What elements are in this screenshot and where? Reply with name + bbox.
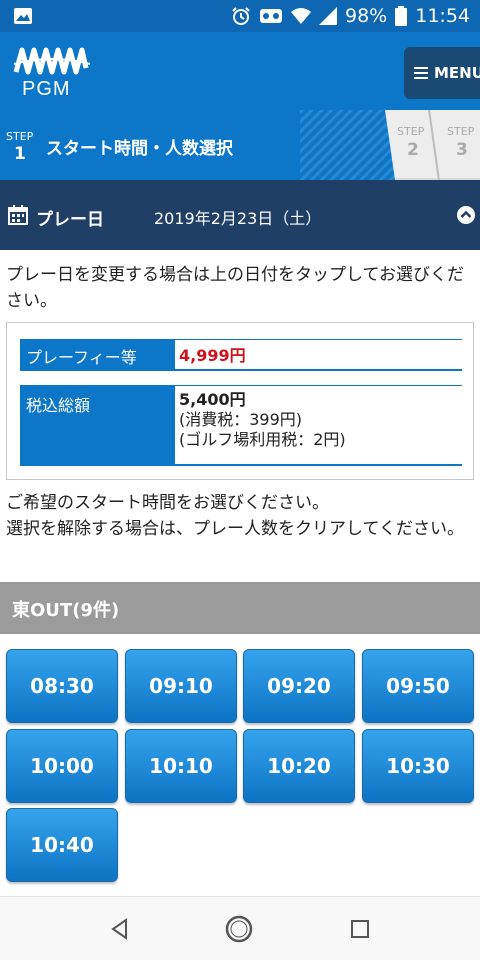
fee-value: 4,999円 bbox=[179, 346, 246, 365]
step-number: 2 bbox=[407, 140, 419, 160]
chevron-up-icon[interactable] bbox=[456, 205, 476, 225]
clock: 11:54 bbox=[415, 5, 470, 27]
calendar-icon bbox=[8, 205, 28, 225]
time-slot-button[interactable]: 10:40 bbox=[6, 808, 118, 882]
time-slot-button[interactable]: 10:00 bbox=[6, 729, 118, 803]
course-section-title: 東OUT(9件) bbox=[0, 582, 480, 634]
total-value: 5,400円 bbox=[179, 390, 246, 409]
consumption-tax: (消費税：399円) bbox=[179, 410, 303, 429]
step-3: STEP 3 bbox=[446, 110, 480, 180]
time-slot-button[interactable]: 08:30 bbox=[6, 649, 118, 723]
date-change-note: プレー日を変更する場合は上の日付をタップしてお選びください。 bbox=[6, 265, 464, 311]
battery-icon bbox=[395, 6, 408, 26]
play-date-label: プレー日 bbox=[36, 210, 104, 230]
time-slot-button[interactable]: 10:20 bbox=[243, 729, 355, 803]
time-slot-button[interactable]: 10:30 bbox=[362, 729, 474, 803]
step-number: 3 bbox=[456, 140, 468, 160]
fee-label: プレーフィー等 bbox=[20, 340, 175, 369]
battery-percent: 98% bbox=[345, 5, 388, 27]
time-slot-button[interactable]: 09:50 bbox=[362, 649, 474, 723]
image-icon bbox=[14, 8, 32, 24]
price-box: プレーフィー等 4,999円 税込総額 5,400円 (消費税：399円) (ゴ… bbox=[6, 322, 474, 480]
list-icon bbox=[414, 67, 428, 79]
step-indicator: STEP 1 スタート時間・人数選択 STEP 2 STEP 3 bbox=[0, 110, 480, 180]
time-slot-button[interactable]: 09:10 bbox=[125, 649, 237, 723]
play-date-bar[interactable]: プレー日 2019年2月23日（土） bbox=[0, 180, 480, 250]
total-row: 税込総額 5,400円 (消費税：399円) (ゴルフ場利用税：2円) bbox=[20, 385, 462, 466]
step-label: STEP bbox=[397, 125, 425, 138]
total-label: 税込総額 bbox=[20, 386, 175, 464]
step-label: STEP bbox=[447, 125, 475, 138]
wifi-icon bbox=[291, 8, 311, 24]
status-bar: 98% 11:54 bbox=[0, 0, 480, 32]
golf-tax: (ゴルフ場利用税：2円) bbox=[179, 430, 346, 449]
system-nav-bar bbox=[0, 896, 480, 960]
back-icon[interactable] bbox=[108, 917, 132, 941]
menu-label: MENU bbox=[434, 64, 480, 82]
play-date-value[interactable]: 2019年2月23日（土） bbox=[154, 205, 321, 229]
select-time-note: ご希望のスタート時間をお選びください。 選択を解除する場合は、プレー人数をクリア… bbox=[6, 493, 464, 539]
signal-icon bbox=[319, 7, 337, 25]
step-current: STEP 1 スタート時間・人数選択 bbox=[0, 110, 395, 180]
step-title: スタート時間・人数選択 bbox=[46, 139, 233, 159]
step-number: 1 bbox=[14, 144, 26, 164]
total-value-group: 5,400円 (消費税：399円) (ゴルフ場利用税：2円) bbox=[179, 390, 346, 450]
menu-button[interactable]: MENU bbox=[404, 47, 480, 99]
fee-row: プレーフィー等 4,999円 bbox=[20, 339, 462, 371]
alarm-icon bbox=[232, 7, 250, 25]
step-label: STEP bbox=[6, 130, 34, 143]
home-icon[interactable] bbox=[224, 914, 254, 944]
time-slot-button[interactable]: 10:10 bbox=[125, 729, 237, 803]
app-header: PGM MENU bbox=[0, 32, 480, 110]
recents-icon[interactable] bbox=[350, 919, 370, 939]
time-slot-button[interactable]: 09:20 bbox=[243, 649, 355, 723]
voicemail-icon bbox=[260, 9, 282, 23]
step-2: STEP 2 bbox=[396, 110, 432, 180]
logo-text: PGM bbox=[22, 78, 71, 100]
